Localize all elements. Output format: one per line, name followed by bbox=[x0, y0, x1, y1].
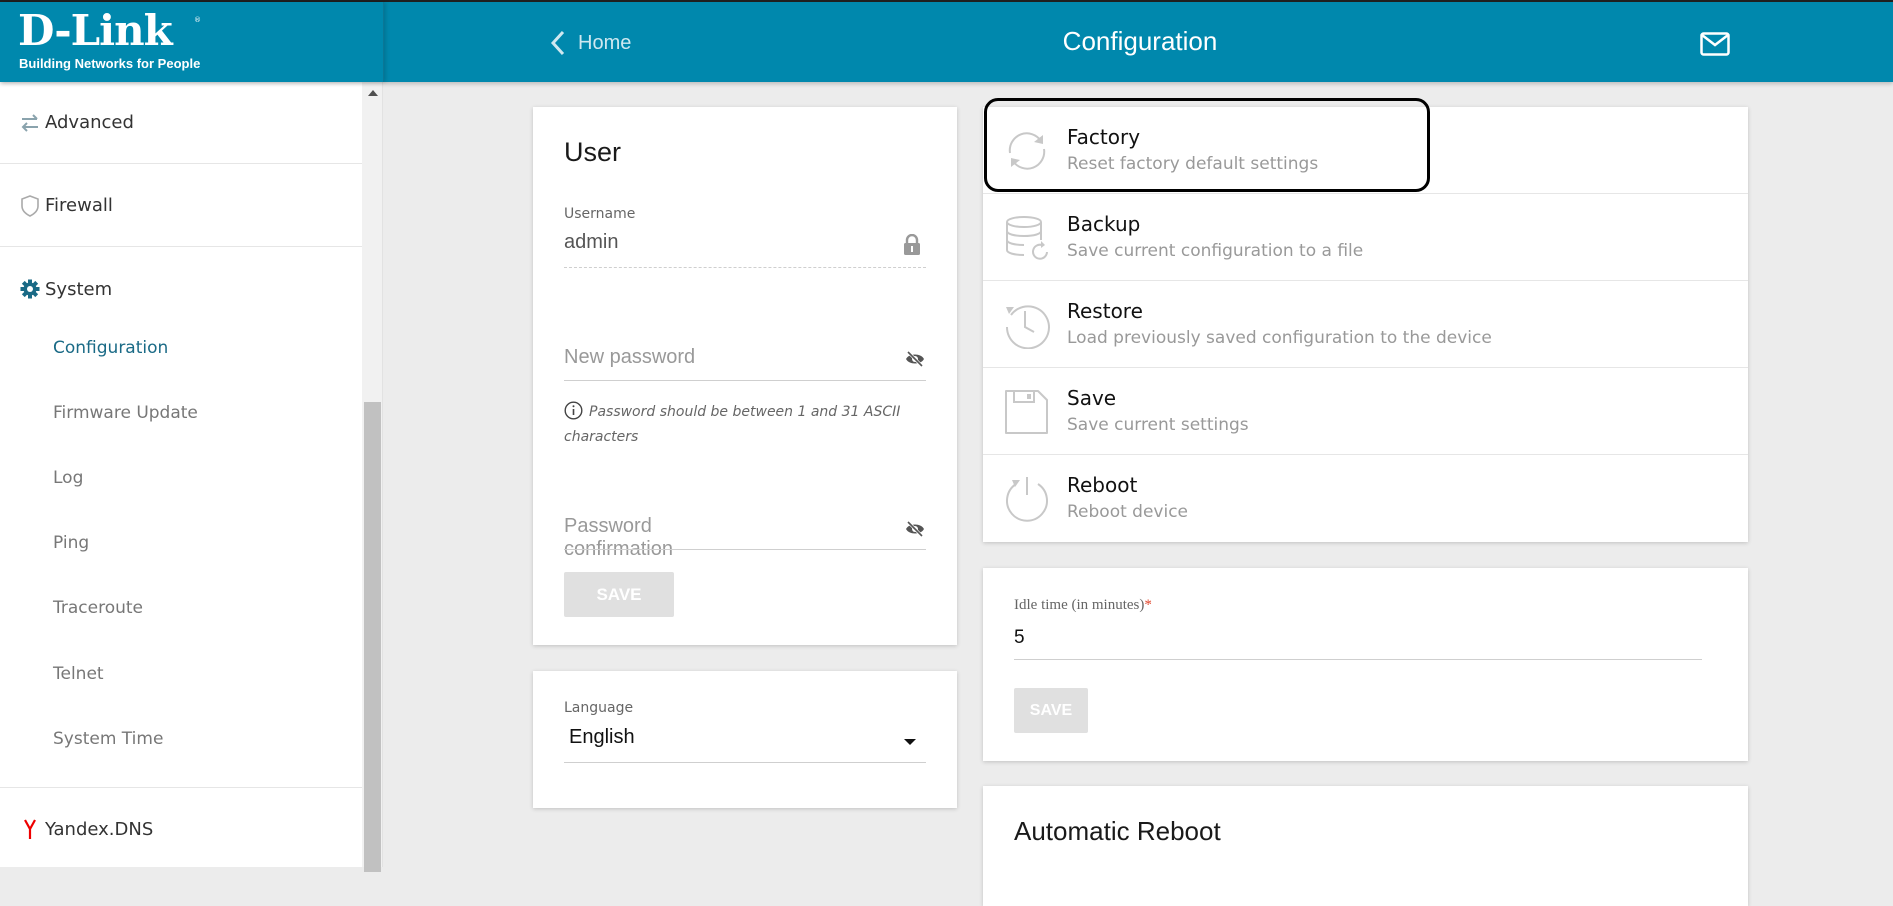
action-save[interactable]: Save Save current settings bbox=[983, 368, 1748, 455]
history-icon bbox=[1005, 305, 1050, 349]
username-label: Username bbox=[564, 206, 636, 222]
automatic-reboot-card: Automatic Reboot bbox=[983, 786, 1748, 906]
logo-tagline: Building Networks for People bbox=[19, 56, 201, 71]
power-icon bbox=[1006, 477, 1048, 522]
action-restore[interactable]: Restore Load previously saved configurat… bbox=[983, 281, 1748, 368]
username-value: admin bbox=[564, 231, 619, 253]
password-hint-text: Password should be between 1 and 31 ASCI… bbox=[564, 404, 901, 445]
sidebar-section-system[interactable]: System bbox=[0, 248, 362, 330]
language-label: Language bbox=[564, 700, 634, 716]
action-description: Reset factory default settings bbox=[1067, 154, 1319, 174]
action-title: Save bbox=[1067, 386, 1117, 410]
action-title: Reboot bbox=[1067, 473, 1138, 497]
idle-save-button[interactable]: SAVE bbox=[1014, 688, 1088, 733]
password-confirmation-placeholder: Password confirmation bbox=[564, 515, 673, 560]
sidebar: Advanced Firewall System Configuration F… bbox=[0, 82, 362, 867]
arrows-exchange-icon bbox=[19, 112, 41, 134]
password-hint: Password should be between 1 and 31 ASCI… bbox=[564, 400, 904, 450]
action-title: Backup bbox=[1067, 212, 1141, 236]
language-value: English bbox=[569, 726, 635, 748]
top-bar: D-Link ® Building Networks for People Ho… bbox=[0, 0, 1893, 82]
sidebar-item-configuration[interactable]: Configuration bbox=[53, 338, 168, 358]
action-title: Factory bbox=[1067, 125, 1141, 149]
action-reboot[interactable]: Reboot Reboot device bbox=[983, 455, 1748, 542]
idle-time-card: Idle time (in minutes)* 5 SAVE bbox=[983, 568, 1748, 761]
mail-icon[interactable] bbox=[1700, 32, 1730, 56]
idle-time-input[interactable]: 5 bbox=[1014, 620, 1702, 660]
registered-mark: ® bbox=[194, 16, 201, 24]
language-select[interactable]: English bbox=[564, 719, 926, 763]
sidebar-section-yandex-dns[interactable]: Yandex.DNS bbox=[0, 788, 362, 867]
sidebar-item-firmware-update[interactable]: Firmware Update bbox=[53, 403, 198, 423]
action-factory[interactable]: Factory Reset factory default settings bbox=[983, 107, 1748, 194]
info-icon bbox=[564, 401, 583, 420]
sidebar-item-log[interactable]: Log bbox=[53, 468, 83, 488]
language-card: Language English bbox=[533, 671, 957, 808]
action-title: Restore bbox=[1067, 299, 1143, 323]
sidebar-section-advanced[interactable]: Advanced bbox=[0, 82, 362, 164]
action-description: Save current configuration to a file bbox=[1067, 241, 1364, 261]
scrollbar-thumb[interactable] bbox=[364, 402, 381, 872]
idle-time-label: Idle time (in minutes)* bbox=[1014, 597, 1152, 614]
sidebar-section-label: System bbox=[45, 278, 113, 300]
yandex-icon bbox=[19, 818, 41, 840]
new-password-underline bbox=[564, 380, 926, 381]
user-card: User Username admin New password Passwor… bbox=[533, 107, 957, 645]
eye-off-icon[interactable] bbox=[905, 521, 925, 537]
sidebar-item-telnet[interactable]: Telnet bbox=[53, 664, 104, 684]
automatic-reboot-title: Automatic Reboot bbox=[1014, 816, 1221, 846]
sidebar-item-system-time[interactable]: System Time bbox=[53, 729, 163, 749]
scroll-up-arrow-icon[interactable] bbox=[368, 90, 378, 96]
sidebar-item-traceroute[interactable]: Traceroute bbox=[53, 598, 143, 618]
logo[interactable]: D-Link ® Building Networks for People bbox=[0, 2, 384, 82]
eye-off-icon[interactable] bbox=[905, 351, 925, 367]
password-confirmation-underline bbox=[564, 549, 926, 550]
required-mark: * bbox=[1144, 597, 1152, 613]
gear-icon bbox=[19, 278, 41, 300]
sidebar-section-label: Yandex.DNS bbox=[45, 818, 154, 840]
sidebar-scrollbar[interactable] bbox=[362, 82, 383, 872]
user-card-title: User bbox=[564, 137, 622, 167]
user-save-button[interactable]: SAVE bbox=[564, 572, 674, 617]
action-description: Save current settings bbox=[1067, 415, 1249, 435]
page-title: Configuration bbox=[1062, 26, 1218, 56]
username-underline bbox=[564, 267, 926, 268]
logo-text: D-Link bbox=[18, 6, 173, 55]
new-password-placeholder: New password bbox=[564, 346, 696, 368]
database-backup-icon bbox=[1006, 216, 1048, 260]
sidebar-section-firewall[interactable]: Firewall bbox=[0, 165, 362, 247]
action-backup[interactable]: Backup Save current configuration to a f… bbox=[983, 194, 1748, 281]
action-description: Load previously saved configuration to t… bbox=[1067, 328, 1492, 348]
sidebar-section-label: Advanced bbox=[45, 112, 134, 133]
idle-time-label-text: Idle time (in minutes) bbox=[1014, 597, 1145, 613]
caret-down-icon bbox=[904, 739, 916, 745]
new-password-input[interactable]: New password bbox=[564, 335, 926, 381]
action-description: Reboot device bbox=[1067, 502, 1189, 522]
sidebar-item-ping[interactable]: Ping bbox=[53, 533, 89, 553]
idle-time-value: 5 bbox=[1014, 627, 1025, 648]
config-actions-card: Factory Reset factory default settings B… bbox=[983, 107, 1748, 542]
lock-icon bbox=[904, 234, 920, 255]
chevron-left-icon bbox=[550, 30, 565, 56]
home-label: Home bbox=[578, 31, 632, 54]
shield-icon bbox=[19, 194, 41, 217]
home-back-link[interactable]: Home bbox=[550, 28, 631, 58]
floppy-icon bbox=[1005, 390, 1048, 434]
refresh-icon bbox=[1008, 132, 1046, 170]
sidebar-section-label: Firewall bbox=[45, 195, 113, 216]
